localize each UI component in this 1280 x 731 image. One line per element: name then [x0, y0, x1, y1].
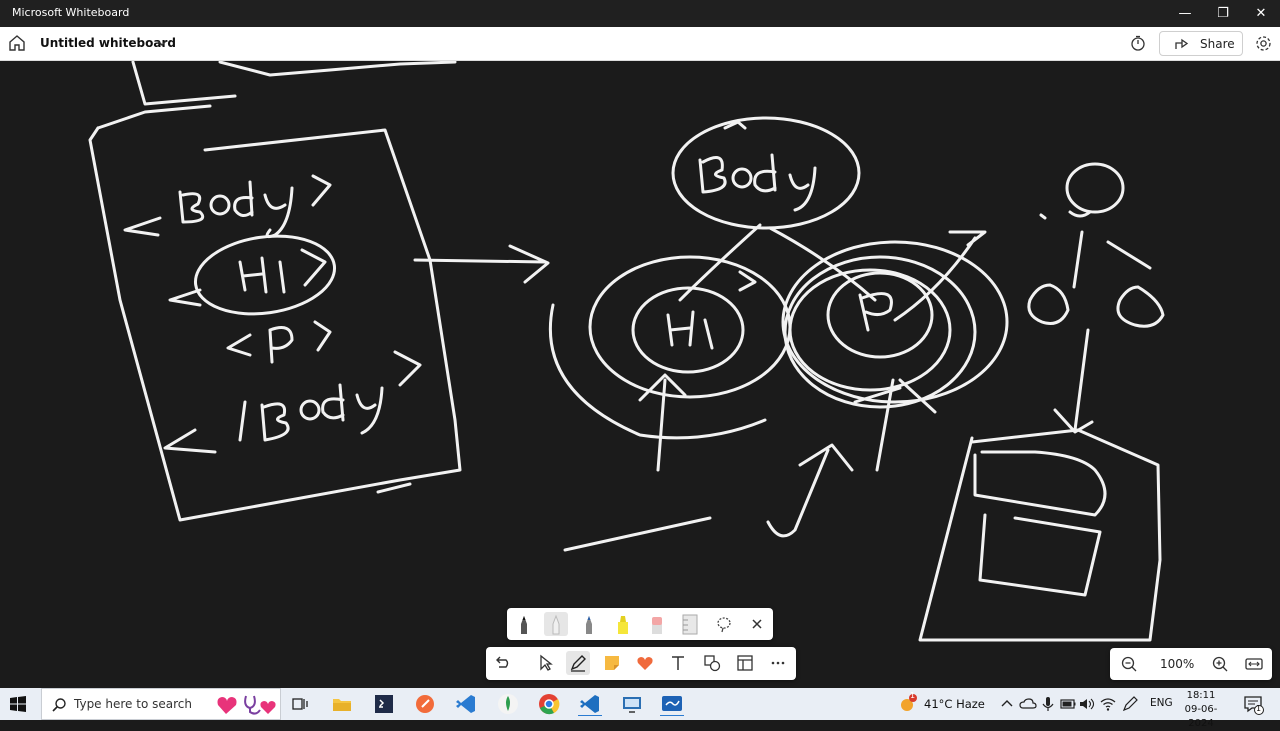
file-explorer-icon[interactable] [330, 692, 354, 716]
close-icon[interactable] [745, 612, 769, 636]
reactions-icon[interactable] [633, 651, 657, 675]
remote-desktop-icon[interactable] [620, 692, 644, 716]
zoom-level[interactable]: 100% [1160, 657, 1194, 671]
windows-start-icon[interactable] [9, 695, 27, 713]
zoom-out-icon[interactable] [1117, 652, 1141, 676]
chevron-down-icon[interactable] [156, 37, 168, 49]
clock[interactable]: 18:11 09-06-2024 [1176, 689, 1226, 731]
ink-drawing [88, 61, 1165, 642]
whiteboard-canvas[interactable] [0, 61, 1280, 688]
postman-icon[interactable] [413, 692, 437, 716]
wifi-icon[interactable] [1098, 694, 1118, 714]
pycharm-icon[interactable] [372, 692, 396, 716]
task-view-icon[interactable] [288, 692, 312, 716]
select-icon[interactable] [533, 651, 557, 675]
window-titlebar: Microsoft Whiteboard — ❐ ✕ [0, 0, 1280, 27]
vscode-icon[interactable] [454, 692, 478, 716]
windows-taskbar: Type here to search 1 41°C Haze ENG 18:1… [0, 688, 1280, 729]
text-icon[interactable] [666, 651, 690, 675]
yellow-highlighter-icon[interactable] [611, 612, 635, 636]
ruler-icon[interactable] [678, 612, 702, 636]
language-indicator[interactable]: ENG [1150, 697, 1173, 709]
share-icon [1175, 38, 1189, 49]
sticky-note-icon[interactable] [600, 651, 624, 675]
onedrive-icon[interactable] [1018, 694, 1038, 714]
clock-time: 18:11 [1186, 690, 1216, 701]
search-highlight-icon [217, 695, 276, 715]
shapes-icon[interactable] [700, 651, 724, 675]
chrome-icon[interactable] [537, 692, 561, 716]
more-icon[interactable] [766, 651, 790, 675]
close-window-button[interactable]: ✕ [1238, 0, 1280, 27]
search-icon [52, 698, 66, 712]
notification-count: 1 [1256, 704, 1262, 713]
undo-icon[interactable] [490, 651, 514, 675]
battery-icon[interactable] [1058, 694, 1078, 714]
white-pen-icon[interactable] [544, 612, 568, 636]
zoom-controls: 100% [1110, 648, 1272, 680]
home-icon[interactable] [8, 34, 26, 52]
taskbar-search[interactable]: Type here to search [41, 688, 281, 720]
app-header: Untitled whiteboard Share [0, 27, 1280, 61]
weather-icon[interactable] [896, 692, 920, 716]
pen-workspace-icon[interactable] [1120, 694, 1140, 714]
pen-toolbar [507, 608, 773, 640]
main-toolbar [486, 647, 796, 680]
clock-date: 09-06-2024 [1184, 704, 1218, 729]
chevron-up-icon[interactable] [997, 694, 1017, 714]
eraser-icon[interactable] [645, 612, 669, 636]
weather-text[interactable]: 41°C Haze [924, 697, 985, 711]
black-pen-icon[interactable] [512, 612, 536, 636]
fit-to-screen-icon[interactable] [1242, 652, 1266, 676]
weather-badge: 1 [910, 691, 916, 700]
search-placeholder: Type here to search [74, 697, 192, 711]
share-button[interactable]: Share [1159, 31, 1243, 56]
pen-tool-icon[interactable] [566, 651, 590, 675]
vscode-active-icon[interactable] [578, 692, 602, 716]
zoom-in-icon[interactable] [1208, 652, 1232, 676]
speaker-icon[interactable] [1077, 694, 1097, 714]
templates-icon[interactable] [733, 651, 757, 675]
share-label: Share [1200, 37, 1235, 51]
gear-icon[interactable] [1255, 35, 1272, 52]
app-title: Microsoft Whiteboard [12, 6, 130, 19]
blue-pen-icon[interactable] [577, 612, 601, 636]
microphone-icon[interactable] [1038, 694, 1058, 714]
whiteboard-app-icon[interactable] [660, 692, 684, 716]
lasso-icon[interactable] [712, 612, 736, 636]
mongodb-icon[interactable] [496, 692, 520, 716]
timer-icon[interactable] [1130, 35, 1146, 51]
